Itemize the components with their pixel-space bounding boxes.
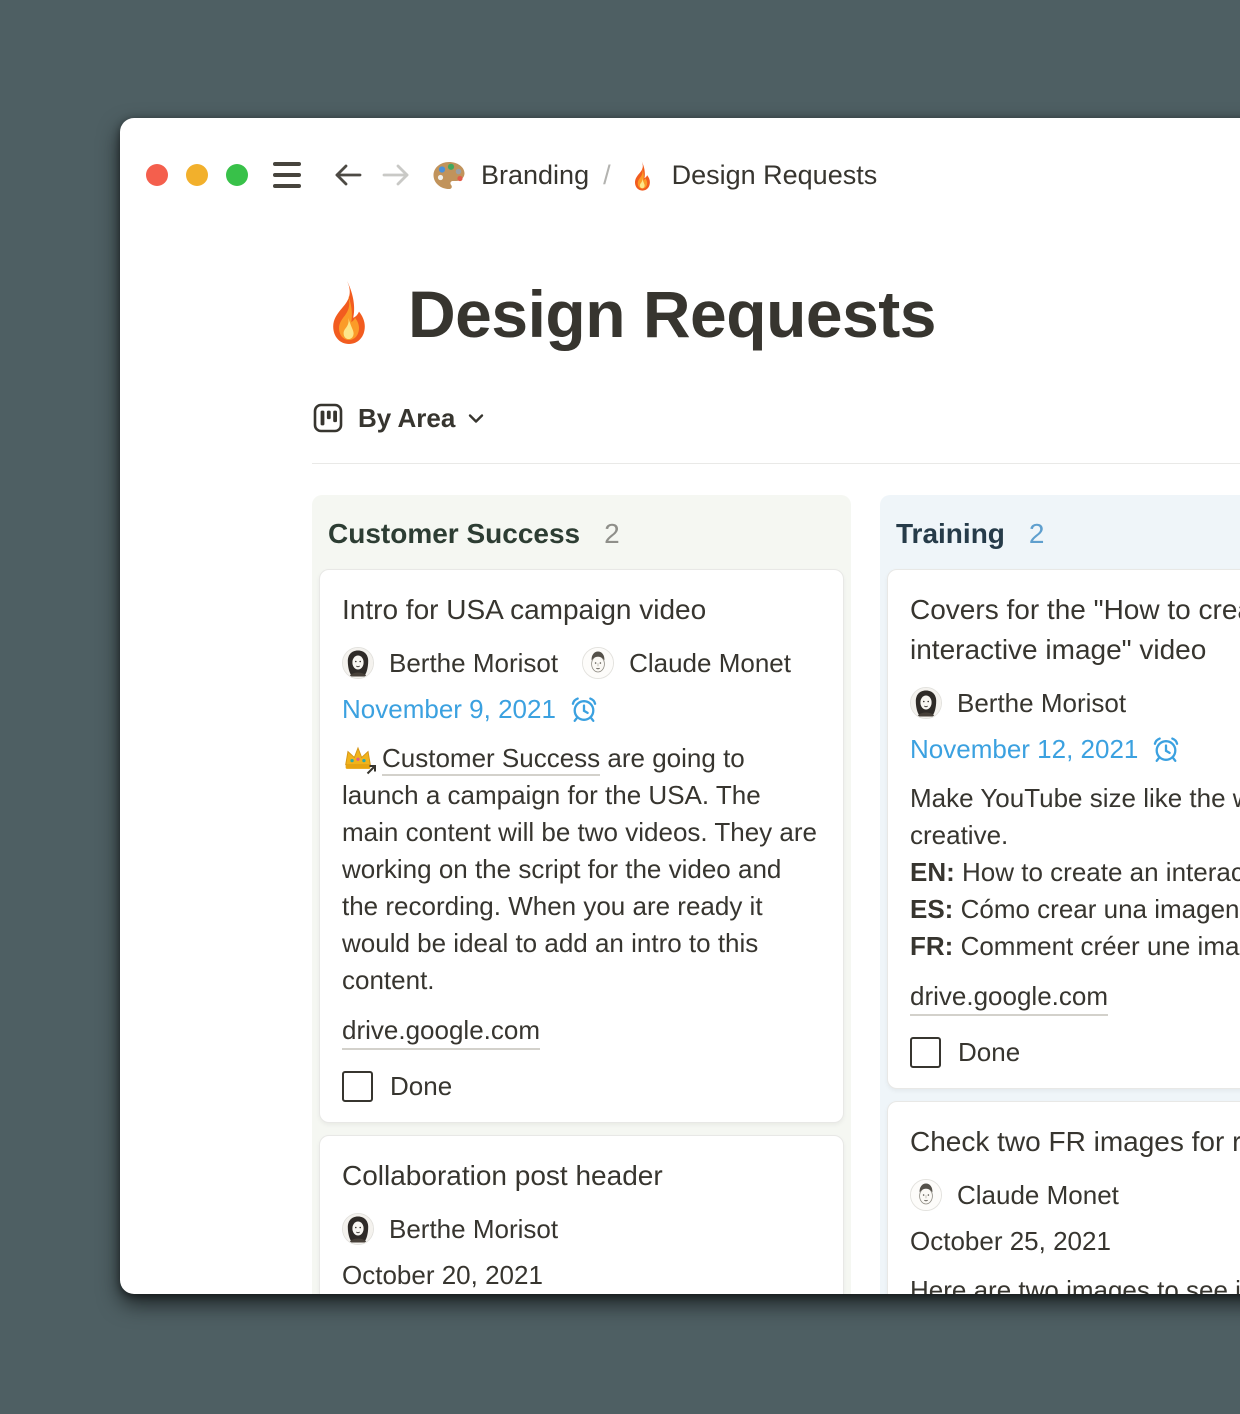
- done-checkbox-row: Done: [342, 1070, 821, 1102]
- person-name: Berthe Morisot: [957, 687, 1127, 718]
- card-title: Check two FR images for review: [910, 1126, 1240, 1157]
- crown-page-icon: [342, 743, 376, 775]
- drive-link[interactable]: drive.google.com: [910, 981, 1108, 1016]
- column-header: Customer Success 2: [312, 495, 851, 569]
- person-name: Claude Monet: [957, 1179, 1119, 1210]
- avatar-berthe-morisot: [342, 647, 374, 679]
- breadcrumb-separator: /: [603, 159, 611, 190]
- card-intro-usa-campaign[interactable]: Intro for USA campaign video Berthe Mori…: [319, 569, 844, 1123]
- minimize-button[interactable]: [186, 164, 208, 186]
- column-training: Training 2 Covers for the "How to create…: [880, 495, 1240, 1294]
- menu-icon[interactable]: [273, 162, 301, 188]
- checkbox[interactable]: [910, 1036, 941, 1068]
- back-button[interactable]: [331, 160, 365, 190]
- date: October 25, 2021: [910, 1225, 1111, 1256]
- checkbox-label: Done: [390, 1070, 453, 1101]
- fire-icon: [625, 159, 658, 192]
- page-header: Design Requests: [312, 262, 1240, 366]
- people-row: Berthe Morisot: [342, 1213, 821, 1245]
- forward-button[interactable]: [379, 160, 413, 190]
- card-description: Customer Success are going to launch a c…: [342, 743, 817, 995]
- chevron-down-icon: [469, 414, 484, 423]
- avatar-berthe-morisot: [910, 687, 942, 719]
- alarm-clock-icon: [569, 694, 599, 724]
- avatar-claude-monet: [582, 647, 615, 679]
- done-checkbox-row: Done: [910, 1036, 1240, 1068]
- avatar-claude-monet: [910, 1179, 942, 1211]
- card-collaboration-post-header[interactable]: Collaboration post header Berthe Morisot…: [319, 1135, 844, 1294]
- divider: [312, 463, 1240, 464]
- alarm-clock-icon: [1151, 734, 1181, 764]
- breadcrumb-item-branding[interactable]: Branding: [481, 160, 589, 191]
- column-name: Customer Success: [328, 518, 581, 549]
- breadcrumb-item-design-requests[interactable]: Design Requests: [672, 160, 878, 191]
- zoom-button[interactable]: [226, 164, 248, 186]
- page-title: Design Requests: [408, 277, 936, 351]
- column-count: 2: [604, 518, 620, 549]
- people-row: Berthe Morisot: [910, 687, 1240, 719]
- person-name: Berthe Morisot: [389, 1213, 559, 1244]
- avatar-berthe-morisot: [342, 1213, 374, 1245]
- column-name: Training: [896, 518, 1005, 549]
- palette-icon: [431, 159, 467, 192]
- page-icon-fire[interactable]: [312, 279, 382, 350]
- people-row: Claude Monet: [910, 1179, 1240, 1211]
- checkbox-label: Done: [958, 1036, 1021, 1067]
- people-row: Berthe Morisot Claude Monet: [342, 647, 821, 679]
- column-header: Training 2: [880, 495, 1240, 569]
- breadcrumb: Branding / Design Requests: [431, 159, 877, 192]
- person-name: Berthe Morisot: [389, 647, 559, 678]
- page-link-arrow-icon: [366, 765, 376, 775]
- person-name: Claude Monet: [629, 647, 791, 678]
- window-titlebar: Branding / Design Requests: [120, 118, 1240, 206]
- card-title: Covers for the "How to create an interac…: [910, 594, 1240, 665]
- board-view-icon: [313, 403, 343, 433]
- card-covers-how-to-video[interactable]: Covers for the "How to create an interac…: [887, 569, 1240, 1089]
- close-button[interactable]: [146, 164, 168, 186]
- view-name: By Area: [358, 402, 456, 433]
- date-with-reminder: November 9, 2021: [342, 694, 821, 724]
- column-count: 2: [1028, 518, 1045, 549]
- column-customer-success: Customer Success 2 Intro for USA campaig…: [312, 495, 851, 1294]
- card-title: Collaboration post header: [342, 1160, 663, 1191]
- checkbox[interactable]: [342, 1070, 373, 1102]
- date-with-reminder: November 12, 2021: [910, 734, 1240, 764]
- drive-link[interactable]: drive.google.com: [342, 1015, 540, 1050]
- kanban-board: Customer Success 2 Intro for USA campaig…: [312, 495, 1240, 1294]
- card-check-two-fr-images[interactable]: Check two FR images for review Claude Mo…: [887, 1101, 1240, 1294]
- date: October 20, 2021: [342, 1259, 543, 1290]
- card-description: Make YouTube size like the webinar creat…: [910, 783, 1240, 961]
- app-window: Branding / Design Requests Design Reques…: [120, 118, 1240, 1294]
- traffic-lights: [146, 164, 248, 186]
- card-title: Intro for USA campaign video: [342, 594, 707, 625]
- page-link-customer-success[interactable]: Customer Success: [382, 743, 601, 776]
- card-description: Here are two images to see if they work: [910, 1275, 1240, 1294]
- view-switcher[interactable]: By Area: [312, 400, 1240, 436]
